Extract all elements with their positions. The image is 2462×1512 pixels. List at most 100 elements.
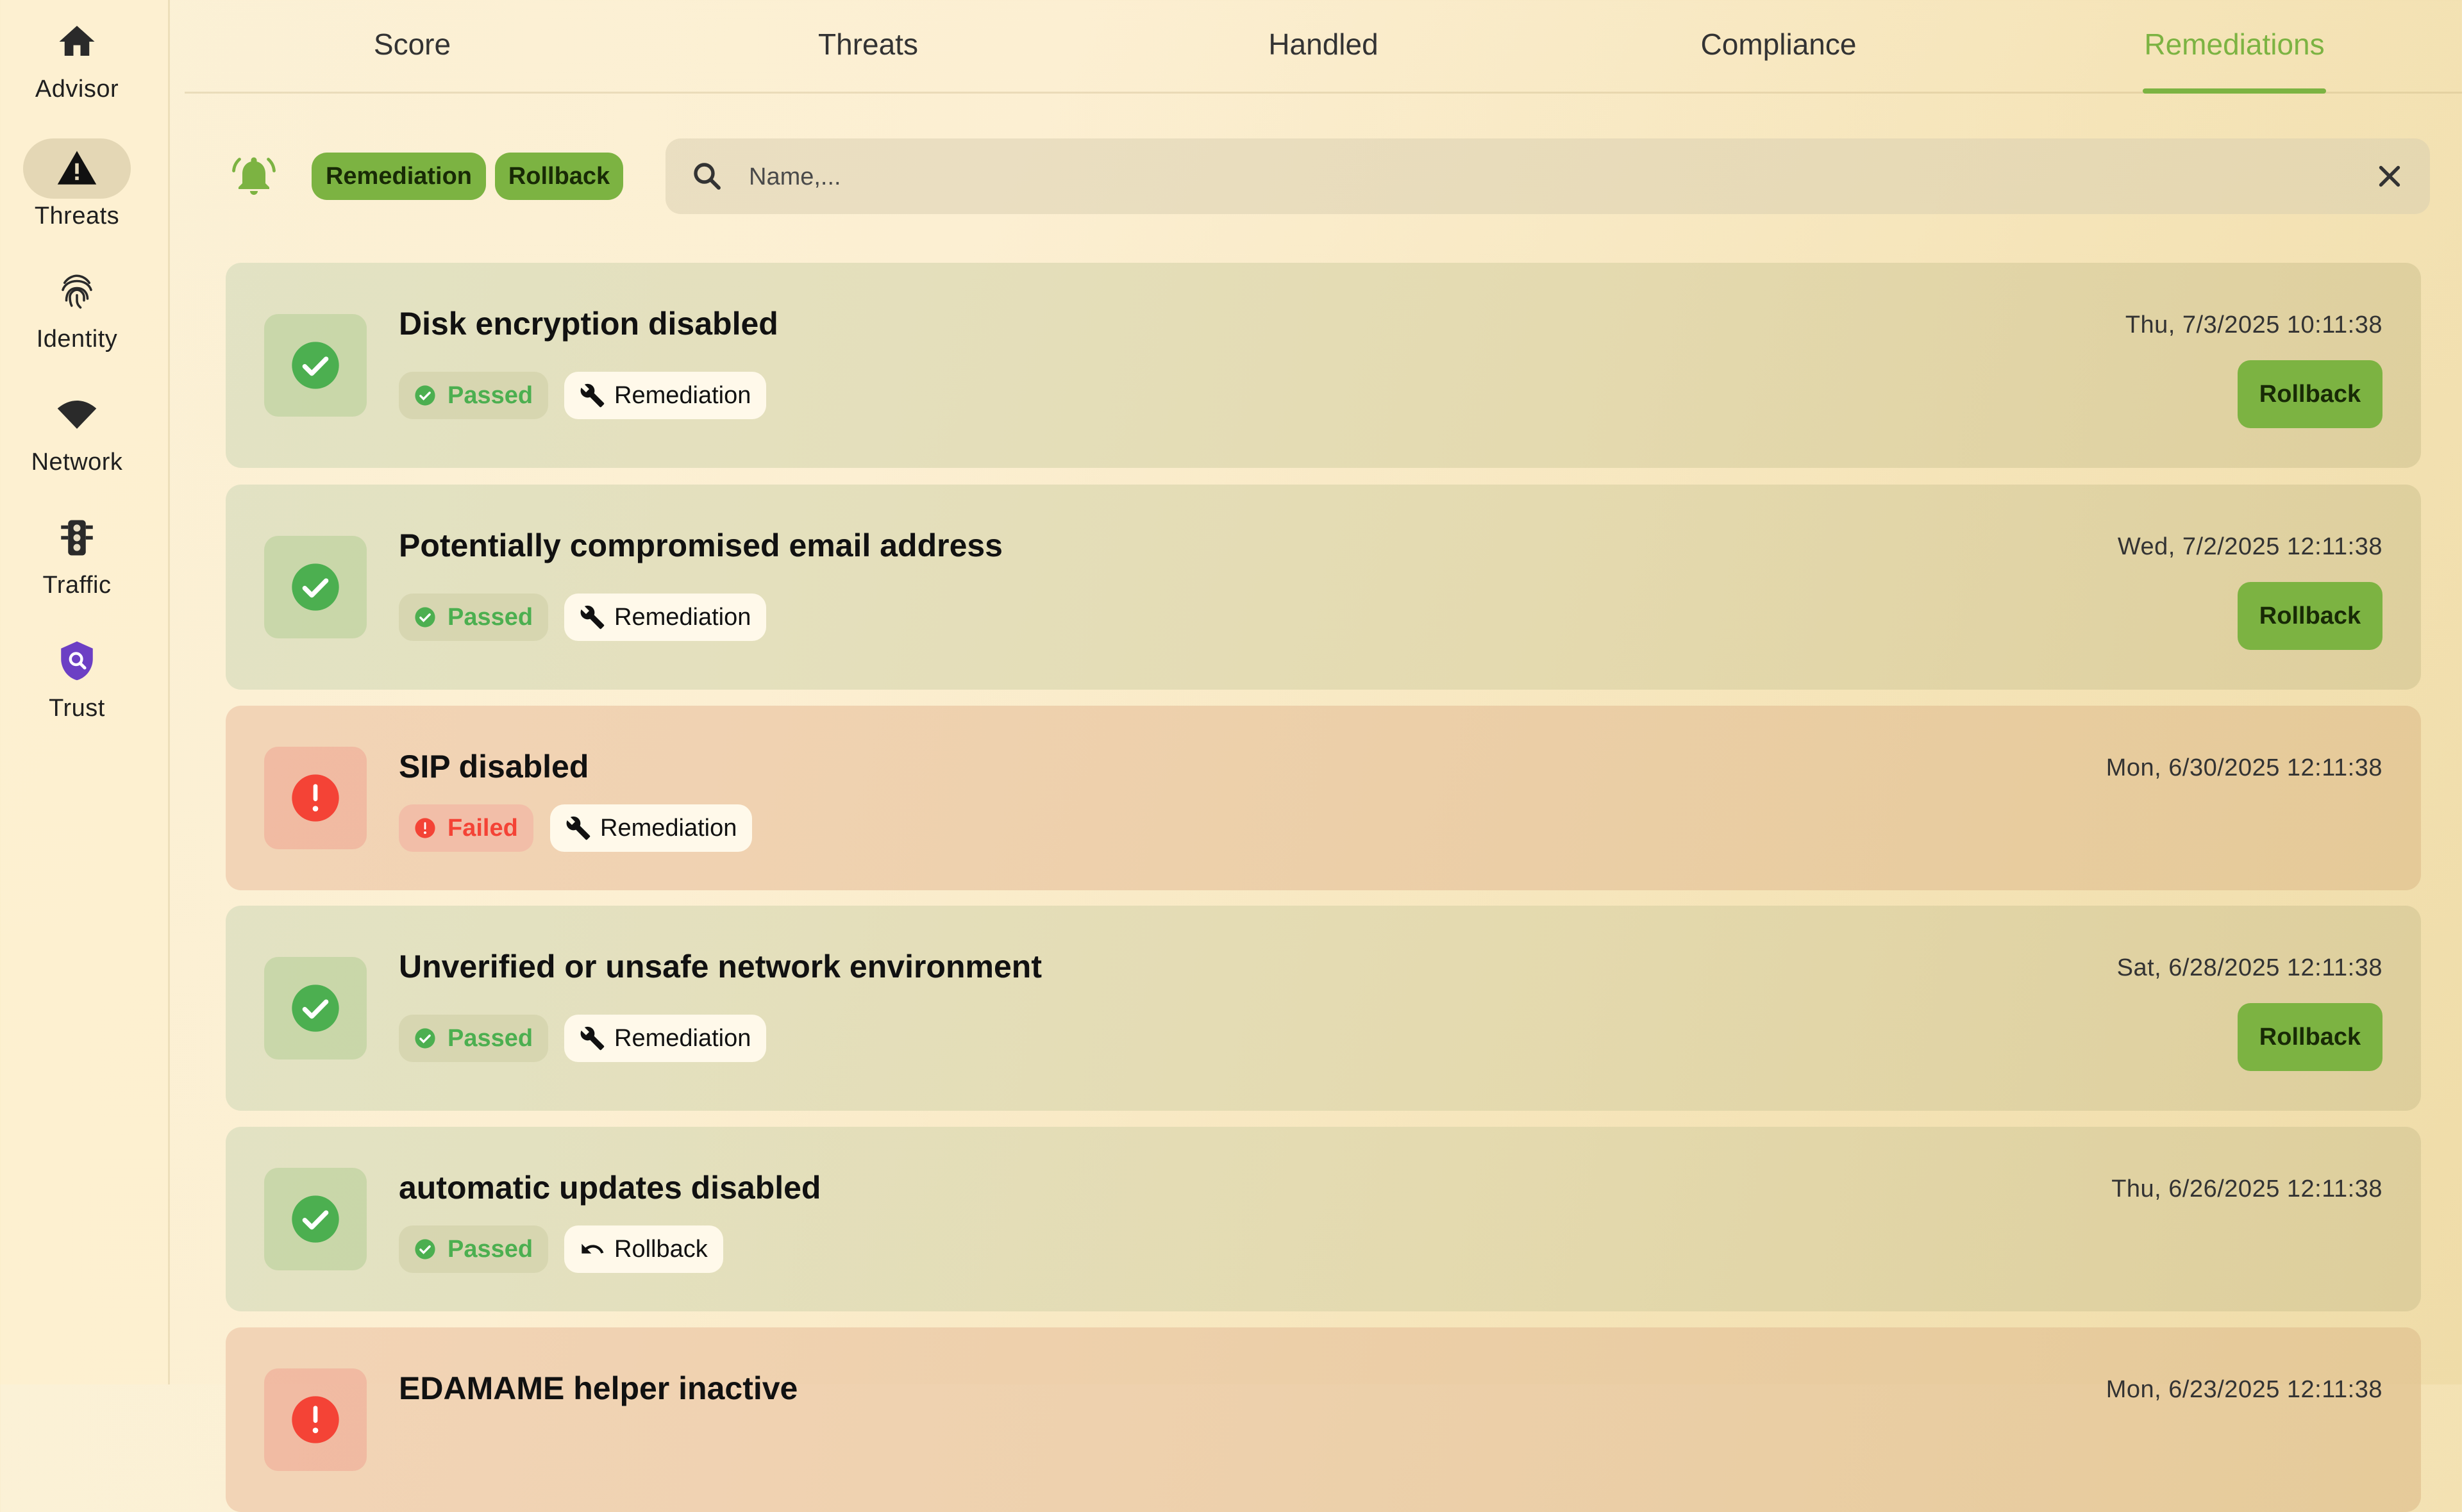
status-box <box>264 1368 367 1471</box>
action-badge: Remediation <box>564 372 767 419</box>
tab-label: Compliance <box>1700 28 1857 61</box>
status-label: Passed <box>448 1024 533 1052</box>
filter-chip-remediation[interactable]: Remediation <box>312 153 486 200</box>
action-label: Remediation <box>614 381 751 409</box>
card-title: Unverified or unsafe network environment <box>399 949 1042 984</box>
bell-icon[interactable] <box>231 153 277 199</box>
tab-label: Remediations <box>2144 28 2325 61</box>
nav-pill <box>23 385 131 445</box>
search-bar <box>666 138 2430 214</box>
status-label: Passed <box>448 381 533 409</box>
shield-search-icon <box>61 641 93 681</box>
error-icon <box>292 1396 339 1443</box>
tab-threats[interactable]: Threats <box>714 0 1022 92</box>
rollback-button[interactable]: Rollback <box>2238 582 2382 650</box>
remediation-card[interactable]: Potentially compromised email address We… <box>226 485 2421 690</box>
action-badge: Remediation <box>550 804 753 852</box>
sidebar-item-label: Trust <box>49 695 105 722</box>
card-timestamp: Wed, 7/2/2025 12:11:38 <box>2117 533 2382 560</box>
status-badge: Passed <box>399 372 549 419</box>
sidebar-item-network[interactable]: Network <box>0 385 154 494</box>
tab-compliance[interactable]: Compliance <box>1625 0 1932 92</box>
chip-label: Rollback <box>508 162 610 190</box>
tab-handled[interactable]: Handled <box>1169 0 1477 92</box>
button-label: Rollback <box>2259 380 2361 408</box>
error-icon <box>415 818 435 838</box>
card-title: EDAMAME helper inactive <box>399 1370 798 1406</box>
rollback-button[interactable]: Rollback <box>2238 1003 2382 1071</box>
action-badge: Rollback <box>564 1225 723 1273</box>
check-circle-icon <box>415 385 435 406</box>
active-tab-indicator <box>2143 88 2326 94</box>
sidebar-item-identity[interactable]: Identity <box>0 262 154 370</box>
status-badge: Passed <box>399 1225 549 1273</box>
button-label: Rollback <box>2259 1023 2361 1051</box>
sidebar-item-traffic[interactable]: Traffic <box>0 508 154 617</box>
check-circle-icon <box>292 984 339 1032</box>
close-icon[interactable] <box>2372 159 2407 194</box>
card-timestamp: Mon, 6/30/2025 12:11:38 <box>2106 754 2382 781</box>
wrench-icon <box>566 816 590 840</box>
wifi-icon <box>57 401 97 429</box>
remediation-card[interactable]: EDAMAME helper inactive Mon, 6/23/2025 1… <box>226 1327 2421 1512</box>
card-timestamp: Sat, 6/28/2025 12:11:38 <box>2116 954 2382 981</box>
card-title: SIP disabled <box>399 749 589 785</box>
wrench-icon <box>580 1026 605 1051</box>
check-circle-icon <box>415 1028 435 1049</box>
remediation-card[interactable]: SIP disabled Mon, 6/30/2025 12:11:38 Fai… <box>226 706 2421 890</box>
wrench-icon <box>580 605 605 629</box>
sidebar-item-label: Threats <box>34 203 120 229</box>
nav-pill <box>23 508 131 568</box>
action-label: Rollback <box>614 1235 708 1263</box>
warning-icon <box>57 151 97 185</box>
tab-label: Handled <box>1268 28 1378 61</box>
remediation-card[interactable]: automatic updates disabled Thu, 6/26/202… <box>226 1127 2421 1311</box>
sidebar-item-advisor[interactable]: Advisor <box>0 12 154 120</box>
tab-remediations[interactable]: Remediations <box>2081 0 2388 94</box>
check-circle-icon <box>415 1239 435 1259</box>
sidebar-item-label: Network <box>31 449 123 476</box>
card-title: Potentially compromised email address <box>399 528 1003 563</box>
home-icon <box>59 26 95 56</box>
check-circle-icon <box>292 1195 339 1243</box>
status-box <box>264 1168 367 1270</box>
check-circle-icon <box>292 342 339 389</box>
card-title: automatic updates disabled <box>399 1170 821 1206</box>
status-label: Passed <box>448 1235 533 1263</box>
status-badge: Passed <box>399 1015 549 1062</box>
error-icon <box>292 774 339 822</box>
sidebar-item-trust[interactable]: Trust <box>0 631 154 740</box>
fingerprint-icon <box>62 274 92 309</box>
status-box <box>264 747 367 849</box>
remediation-card[interactable]: Disk encryption disabled Thu, 7/3/2025 1… <box>226 263 2421 468</box>
nav-pill-active <box>23 138 131 199</box>
sidebar-item-label: Advisor <box>35 76 119 103</box>
filter-chip-rollback[interactable]: Rollback <box>495 153 623 200</box>
sidebar: Advisor Threats Identity Network Traffic… <box>0 0 170 1384</box>
wrench-icon <box>580 383 605 408</box>
nav-pill <box>23 12 131 72</box>
action-label: Remediation <box>614 1024 751 1052</box>
status-box <box>264 536 367 638</box>
sidebar-item-label: Traffic <box>42 572 112 599</box>
card-title: Disk encryption disabled <box>399 306 778 342</box>
search-icon <box>694 163 721 190</box>
nav-pill <box>23 262 131 322</box>
card-timestamp: Mon, 6/23/2025 12:11:38 <box>2106 1376 2382 1403</box>
check-circle-icon <box>292 563 339 611</box>
tab-score[interactable]: Score <box>258 0 566 92</box>
search-input[interactable] <box>748 154 2327 200</box>
remediation-card[interactable]: Unverified or unsafe network environment… <box>226 906 2421 1111</box>
card-timestamp: Thu, 7/3/2025 10:11:38 <box>2125 312 2382 338</box>
tab-label: Threats <box>818 28 918 61</box>
sidebar-item-label: Identity <box>36 326 118 353</box>
sidebar-item-threats[interactable]: Threats <box>0 138 154 247</box>
status-box <box>264 957 367 1059</box>
tab-bar: Score Threats Handled Compliance Remedia… <box>185 0 2462 94</box>
action-badge: Remediation <box>564 1015 767 1062</box>
rollback-button[interactable]: Rollback <box>2238 360 2382 428</box>
card-timestamp: Thu, 6/26/2025 12:11:38 <box>2111 1176 2382 1202</box>
status-label: Failed <box>448 814 518 842</box>
action-badge: Remediation <box>564 594 767 641</box>
tab-label: Score <box>373 28 451 61</box>
